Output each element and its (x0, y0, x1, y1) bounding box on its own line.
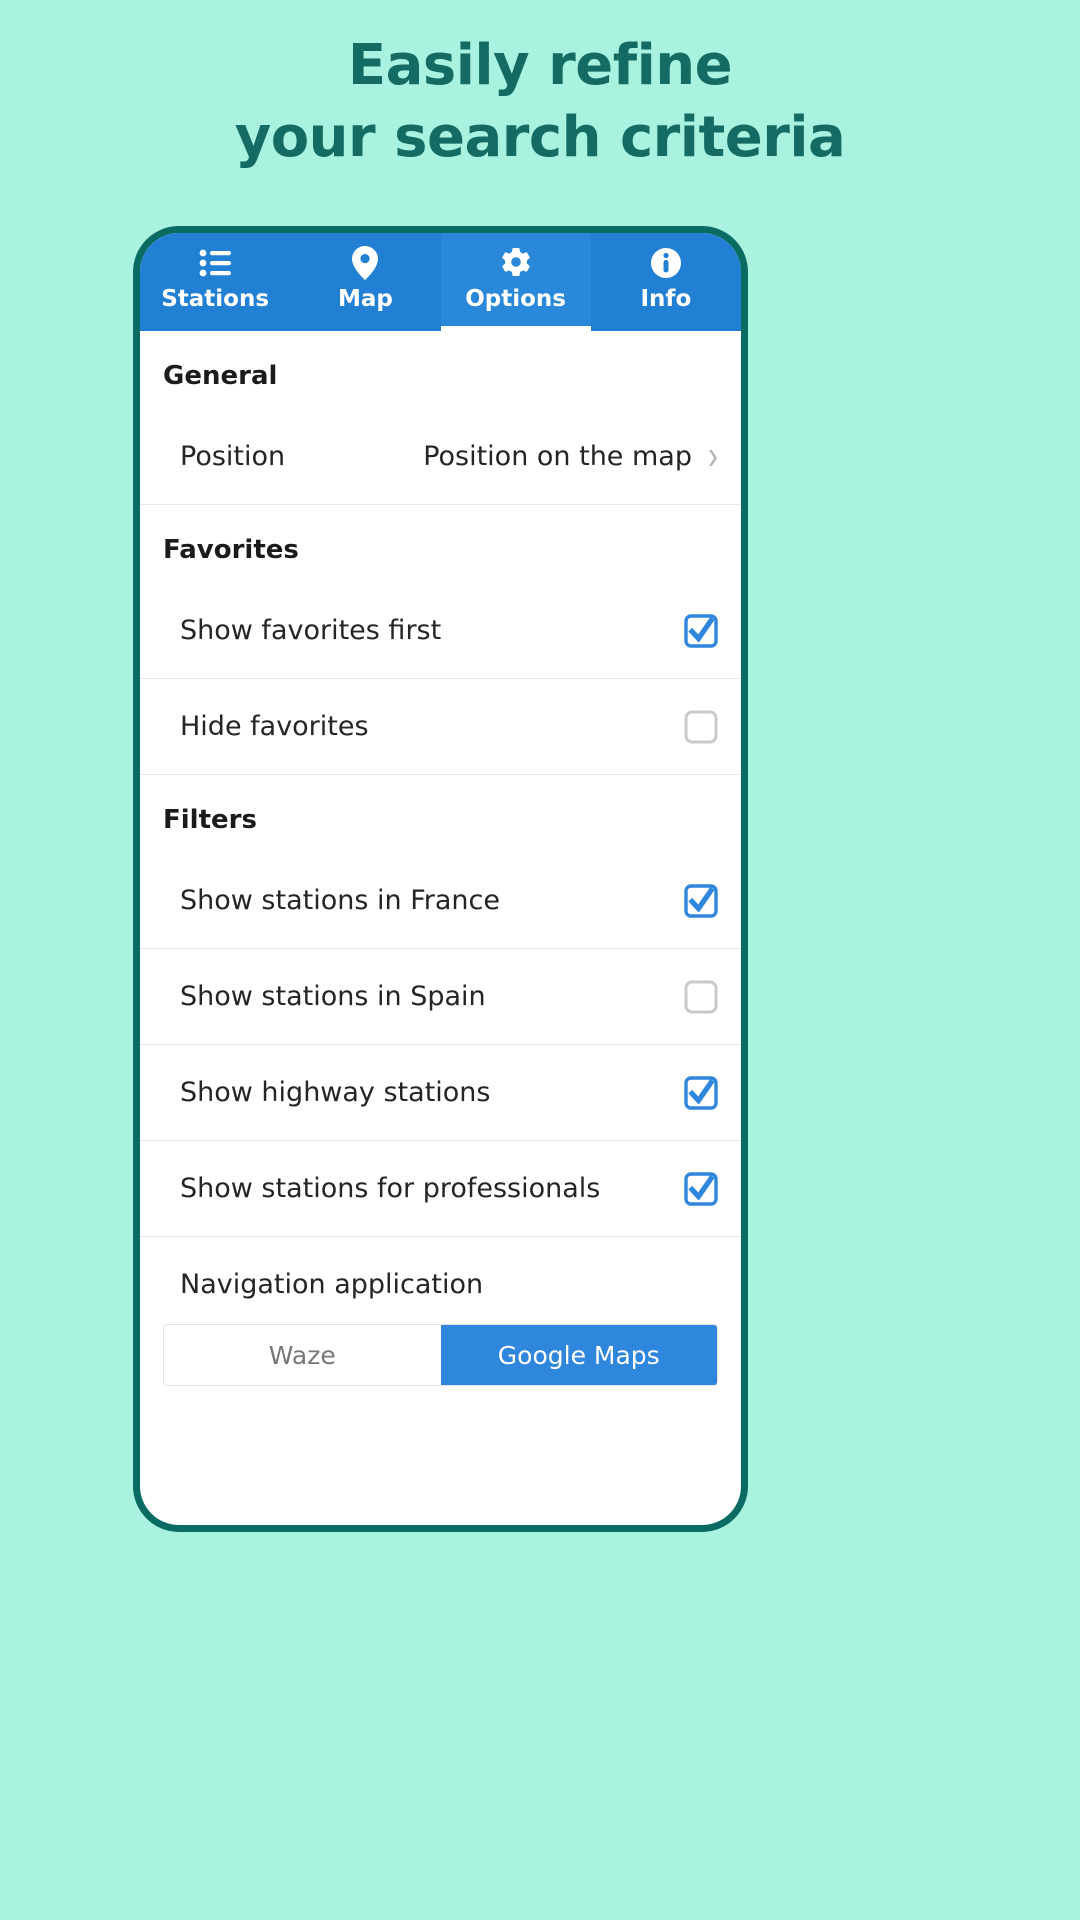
list-icon (199, 246, 232, 280)
navigation-application-segmented-control: Waze Google Maps (163, 1324, 718, 1386)
gear-icon (499, 246, 533, 280)
tab-info-label: Info (640, 286, 692, 312)
tab-options[interactable]: Options (440, 233, 591, 331)
segment-waze[interactable]: Waze (164, 1325, 441, 1385)
row-show-favorites-first[interactable]: Show favorites first (140, 583, 741, 679)
row-show-highway-stations[interactable]: Show highway stations (140, 1045, 741, 1141)
row-hide-favorites[interactable]: Hide favorites (140, 679, 741, 775)
row-show-stations-spain-label: Show stations in Spain (180, 981, 486, 1012)
row-position-label: Position (180, 441, 286, 472)
checkbox-show-stations-spain[interactable] (684, 980, 718, 1014)
info-circle-icon (650, 246, 682, 280)
row-show-stations-spain[interactable]: Show stations in Spain (140, 949, 741, 1045)
tab-options-label: Options (465, 286, 566, 312)
row-hide-favorites-label: Hide favorites (180, 711, 369, 742)
checkbox-show-highway-stations[interactable] (684, 1075, 718, 1110)
tab-stations-label: Stations (161, 286, 270, 312)
row-position-value: Position on the map (423, 441, 692, 472)
row-show-stations-professionals[interactable]: Show stations for professionals (140, 1141, 741, 1237)
page-title-line-1: Easily refine (347, 33, 733, 98)
checkbox-show-stations-france[interactable] (684, 883, 718, 918)
map-pin-icon (352, 246, 379, 280)
section-header-favorites: Favorites (163, 535, 299, 565)
segment-google-maps[interactable]: Google Maps (440, 1325, 717, 1385)
settings-list: General Position Position on the map › F… (140, 331, 741, 1386)
row-show-stations-professionals-label: Show stations for professionals (180, 1173, 601, 1204)
navigation-application-label: Navigation application (180, 1269, 484, 1300)
tab-map-label: Map (337, 286, 393, 312)
tab-map[interactable]: Map (290, 233, 440, 331)
row-position-value-group: Position on the map › (423, 436, 718, 477)
phone-mockup: Stations Map Options Info General Positi… (133, 226, 748, 1532)
chevron-right-icon: › (708, 433, 718, 479)
page-title-line-2: your search criteria (234, 105, 846, 170)
tab-stations[interactable]: Stations (140, 233, 290, 331)
row-show-stations-france[interactable]: Show stations in France (140, 853, 741, 949)
checkbox-show-stations-professionals[interactable] (684, 1171, 718, 1206)
row-show-favorites-first-label: Show favorites first (180, 615, 442, 646)
checkbox-hide-favorites[interactable] (684, 710, 718, 744)
section-header-general: General (163, 361, 278, 391)
row-position[interactable]: Position Position on the map › (140, 409, 741, 505)
row-show-stations-france-label: Show stations in France (180, 885, 500, 916)
row-show-highway-stations-label: Show highway stations (180, 1077, 491, 1108)
checkbox-show-favorites-first[interactable] (684, 613, 718, 648)
page-title: Easily refine your search criteria (0, 30, 1080, 174)
section-header-filters: Filters (163, 805, 257, 835)
tab-bar: Stations Map Options Info (140, 233, 741, 331)
tab-info[interactable]: Info (591, 233, 741, 331)
tab-active-indicator (440, 326, 591, 331)
